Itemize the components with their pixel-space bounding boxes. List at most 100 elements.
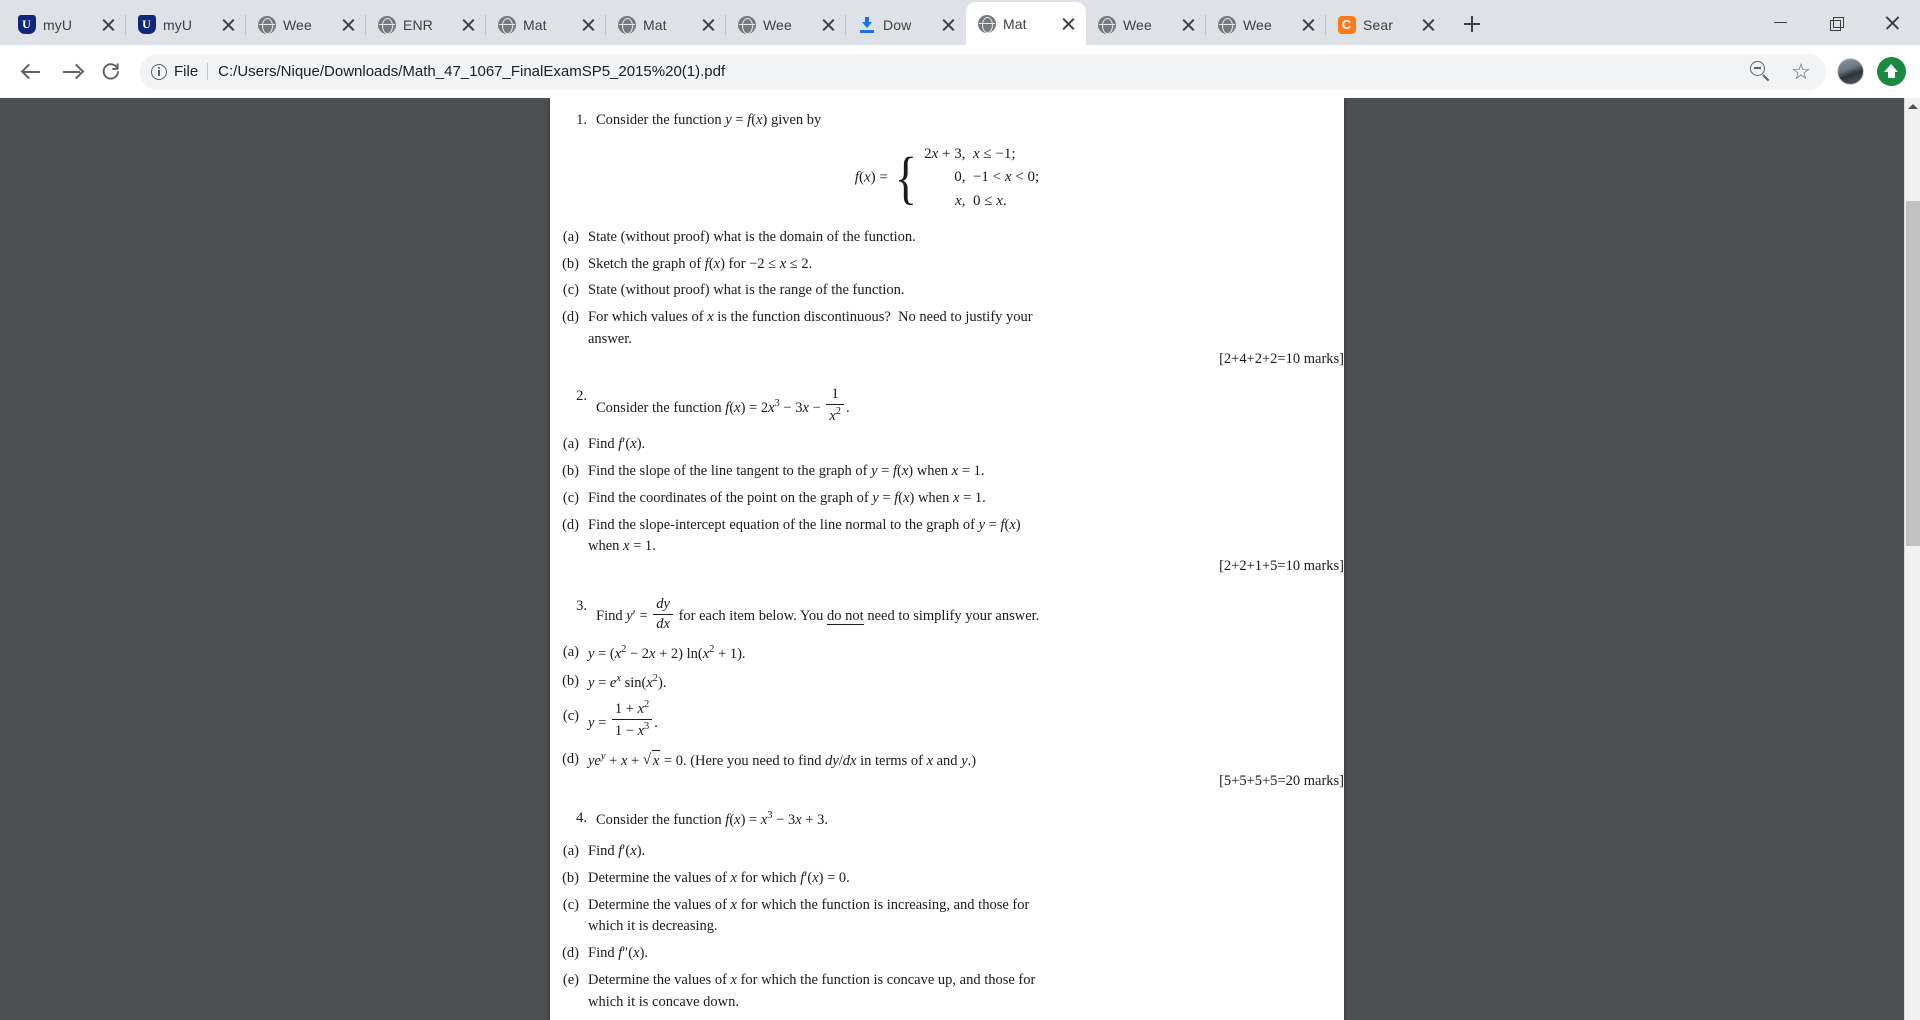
address-bar[interactable]: File C:/Users/Nique/Downloads/Math_47_10… <box>140 53 1826 91</box>
tab-close-icon[interactable] <box>340 16 357 33</box>
pdf-viewer: 1. Consider the function y = f(x) given … <box>0 98 1920 1020</box>
question-4: 4. Consider the function f(x) = x3 − 3x … <box>550 808 1344 831</box>
marks-annotation: [5+5+5+5=20 marks] <box>1219 772 1344 789</box>
tab-close-icon[interactable] <box>1180 16 1197 33</box>
scheme-label: File <box>174 63 199 80</box>
tab-close-icon[interactable] <box>700 16 717 33</box>
new-tab-button[interactable] <box>1454 6 1490 42</box>
subpart: (a) State (without proof) what is the dom… <box>550 227 1344 249</box>
url-text[interactable]: C:/Users/Nique/Downloads/Math_47_1067_Fi… <box>208 63 1742 80</box>
maximize-button[interactable] <box>1808 0 1864 45</box>
browser-tab-4[interactable]: ENR <box>366 4 486 45</box>
subpart: (d) Find the slope-intercept equation of… <box>550 515 1344 578</box>
forward-button[interactable] <box>52 53 90 91</box>
omnibox-actions: ☆ <box>1742 53 1820 91</box>
subpart: (d) Find f″(x). <box>550 943 1344 965</box>
tab-close-icon[interactable] <box>580 16 597 33</box>
restore-icon <box>1830 16 1844 31</box>
globe-icon <box>737 15 756 34</box>
tab-close-icon[interactable] <box>1420 16 1437 33</box>
scroll-up-button[interactable] <box>1905 98 1920 115</box>
tab-title: myU <box>43 16 73 33</box>
question-number: 3. <box>576 597 587 614</box>
question-stem: Consider the function f(x) = x3 − 3x + 3… <box>596 810 828 829</box>
subpart-text: Find the slope-intercept equation of the… <box>588 515 1344 578</box>
browser-tab-11[interactable]: Wee <box>1206 4 1326 45</box>
subpart: (a) y = (x2 − 2x + 2) ln(x2 + 1). <box>550 642 1344 666</box>
browser-tab-9-active[interactable]: Mat <box>966 2 1086 45</box>
globe-icon <box>1097 15 1116 34</box>
globe-icon <box>617 15 636 34</box>
tab-title: Wee <box>1123 16 1152 33</box>
tab-title: Wee <box>763 16 792 33</box>
question-stem: Find y′ = dy dx for each item below. You … <box>596 595 1040 632</box>
globe-icon <box>257 15 276 34</box>
question-4-subparts: (a) Find f′(x). (b) Determine the values o… <box>550 841 1344 1020</box>
tab-title: Wee <box>1243 16 1272 33</box>
avatar[interactable] <box>1837 58 1864 85</box>
tab-title: Mat <box>643 16 667 33</box>
browser-tab-12[interactable]: C Sear <box>1326 4 1446 45</box>
subpart: (d) yey + x + x = 0. (Here you need to f… <box>550 749 1344 792</box>
vertical-scrollbar[interactable] <box>1904 98 1920 1020</box>
subpart: (c) Determine the values of x for which t… <box>550 895 1344 939</box>
subpart: (c) Find the coordinates of the point on … <box>550 488 1344 510</box>
subpart-text: y = 1 + x2 1 − x3. <box>588 699 658 739</box>
browser-tab-3[interactable]: Wee <box>246 4 366 45</box>
subpart-text: Find the coordinates of the point on the… <box>588 489 986 506</box>
back-arrow-icon <box>21 61 42 82</box>
window-controls <box>1752 0 1920 45</box>
globe-icon <box>977 14 996 33</box>
subpart-text: Determine the values of x for which the … <box>588 896 1030 935</box>
tab-close-icon[interactable] <box>460 16 477 33</box>
minimize-button[interactable] <box>1752 0 1808 45</box>
shield-icon: U <box>137 15 156 34</box>
subpart-text: Find the slope of the line tangent to th… <box>588 463 985 480</box>
subpart-text: Determine the values of x for which f′(x… <box>588 869 850 886</box>
tab-close-icon[interactable] <box>220 16 237 33</box>
subpart-text: Find f′(x). <box>588 843 646 860</box>
browser-tab-5[interactable]: Mat <box>486 4 606 45</box>
browser-tab-7[interactable]: Wee <box>726 4 846 45</box>
site-info-icon[interactable] <box>144 57 174 87</box>
subpart: (d) For which values of x is the functio… <box>550 307 1344 370</box>
zoom-out-button[interactable] <box>1742 53 1780 91</box>
piecewise-function-display: f(x) = { 2x + 3, x ≤ −1; 0, −1 < x < 0; … <box>854 144 1040 210</box>
tab-strip: U myU U myU Wee ENR Mat Mat Wee Dow Mat … <box>0 0 1920 45</box>
subpart-text: yey + x + x = 0. (Here you need to find … <box>588 749 1344 792</box>
chevron-up-icon <box>1908 104 1918 109</box>
browser-tab-6[interactable]: Mat <box>606 4 726 45</box>
download-icon <box>857 15 876 34</box>
marks-annotation: [2+4+2+2=10 marks] <box>1219 350 1344 367</box>
back-button[interactable] <box>12 53 50 91</box>
tab-close-icon[interactable] <box>820 16 837 33</box>
browser-tab-10[interactable]: Wee <box>1086 4 1206 45</box>
subpart-text: Find f′(x). <box>588 436 646 453</box>
tab-close-icon[interactable] <box>100 16 117 33</box>
tab-close-icon[interactable] <box>940 16 957 33</box>
question-2-subparts: (a) Find f′(x). (b) Find the slope of the … <box>550 434 1344 578</box>
update-button[interactable] <box>1877 57 1906 86</box>
question-2: 2. Consider the function f(x) = 2x3 − 3x… <box>550 386 1344 424</box>
question-1-subparts: (a) State (without proof) what is the dom… <box>550 227 1344 371</box>
chegg-icon: C <box>1337 15 1356 34</box>
minimize-icon <box>1773 21 1787 24</box>
tab-close-icon[interactable] <box>1060 15 1077 32</box>
reload-button[interactable] <box>92 53 130 91</box>
subpart: (b) y = ex sin(x2). <box>550 671 1344 695</box>
subpart-text: State (without proof) what is the domain… <box>588 228 916 245</box>
question-number: 1. <box>576 112 587 128</box>
bookmark-button[interactable]: ☆ <box>1782 53 1820 91</box>
tab-title: Sear <box>1363 16 1393 33</box>
tab-close-icon[interactable] <box>1300 16 1317 33</box>
shield-icon: U <box>17 15 36 34</box>
browser-tab-1[interactable]: U myU <box>6 4 126 45</box>
browser-tab-2[interactable]: U myU <box>126 4 246 45</box>
question-3: 3. Find y′ = dy dx for each item below. Y… <box>550 596 1344 632</box>
close-window-button[interactable] <box>1864 0 1920 45</box>
subpart-text: y = (x2 − 2x + 2) ln(x2 + 1). <box>588 644 746 663</box>
browser-tab-8[interactable]: Dow <box>846 4 966 45</box>
tab-title: ENR <box>403 16 433 33</box>
subpart: (e) Determine the values of x for which t… <box>550 970 1344 1014</box>
scrollbar-thumb[interactable] <box>1906 201 1920 546</box>
